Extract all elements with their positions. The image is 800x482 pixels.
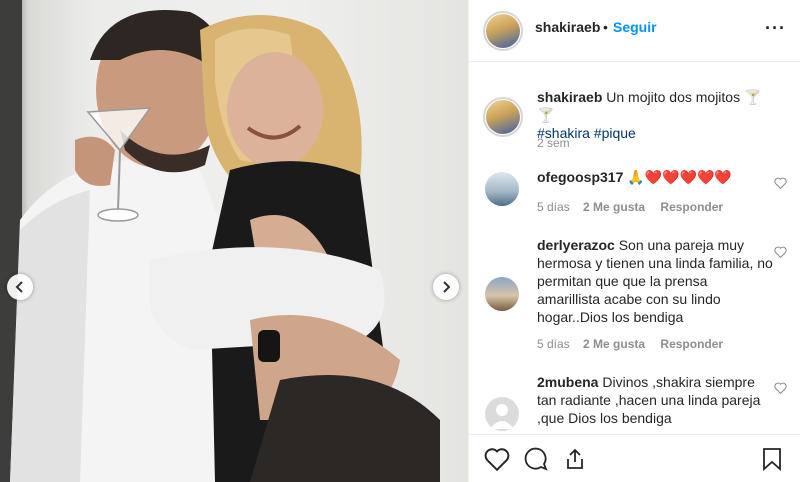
comment-username[interactable]: ofegoosp317 [537,169,623,185]
action-bar [469,434,800,482]
chevron-left-icon [15,281,23,293]
next-photo-button[interactable] [433,274,459,300]
author-username[interactable]: shakiraeb [535,19,600,35]
caption-text: Un mojito dos mojitos [606,89,741,105]
comment-item: 2mubena Divinos ,shakira siempre tan rad… [537,373,773,427]
caption-username[interactable]: shakiraeb [537,89,602,105]
reply-button[interactable]: Responder [660,200,723,214]
caption-time[interactable]: 2 sem [537,136,570,150]
chevron-right-icon [443,281,451,293]
header-separator: • [603,19,608,35]
post-details-panel: shakiraeb • Seguir ··· shakiraeb Un moji… [469,0,800,482]
post-header: shakiraeb • Seguir ··· [469,0,800,62]
author-avatar[interactable] [486,14,520,48]
comment-icon[interactable] [523,447,549,471]
couple-photo [0,0,440,482]
comment-text: 🙏❤️❤️❤️❤️❤️ [627,169,732,185]
caption-avatar[interactable] [486,100,520,134]
comment-meta: 5 días 2 Me gusta Responder [537,200,723,214]
comment-avatar[interactable] [485,277,519,311]
comment-username[interactable]: 2mubena [537,374,598,390]
comment-time[interactable]: 5 días [537,337,570,351]
default-user-icon [490,404,514,429]
heart-icon[interactable] [774,246,787,258]
previous-photo-button[interactable] [7,274,33,300]
comment-item: ofegoosp317 🙏❤️❤️❤️❤️❤️ [537,168,773,186]
heart-icon[interactable] [774,382,787,394]
bookmark-icon[interactable] [761,447,783,471]
comment-username[interactable]: derlyerazoc [537,237,615,253]
comment-avatar-default[interactable] [485,397,519,431]
comment-likes[interactable]: 2 Me gusta [583,200,645,214]
comment-likes[interactable]: 2 Me gusta [583,337,645,351]
follow-button[interactable]: Seguir [613,19,657,35]
heart-icon[interactable] [774,177,787,189]
post-photo[interactable] [0,0,468,482]
reply-button[interactable]: Responder [660,337,723,351]
comment-avatar[interactable] [485,172,519,206]
comment-meta: 5 días 2 Me gusta Responder [537,337,723,351]
share-icon[interactable] [563,447,587,471]
comment-item: derlyerazoc Son una pareja muy hermosa y… [537,236,773,326]
heart-icon[interactable] [484,447,510,471]
comment-time[interactable]: 5 días [537,200,570,214]
caption: shakiraeb Un mojito dos mojitos 🍸🍸 #shak… [537,88,773,142]
more-options-icon[interactable]: ··· [765,18,786,39]
